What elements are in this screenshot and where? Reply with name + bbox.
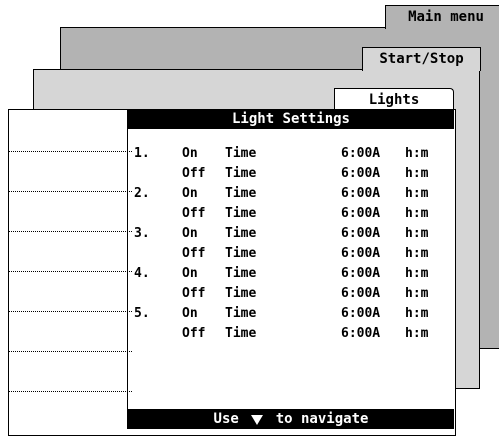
light-setting-row[interactable]: Off Time 6:00A h:m [134,164,450,184]
row-state: On [182,226,198,241]
time-unit: h:m [405,206,429,221]
tab-main-menu-label: Main menu [408,9,484,25]
time-value[interactable]: 6:00A [341,204,403,224]
time-unit: h:m [405,186,429,201]
footer-suffix: to navigate [275,411,369,427]
sidebar-slot[interactable] [8,109,132,152]
row-state: Off [182,326,206,341]
row-time-label: Time [225,306,257,321]
light-setting-row[interactable]: Off Time 6:00A h:m [134,244,450,264]
row-time-label: Time [225,186,257,201]
light-setting-row[interactable]: 3. On Time 6:00A h:m [134,224,450,244]
sidebar-slot[interactable] [8,311,132,352]
tab-main-menu[interactable]: Main menu [385,5,499,29]
row-time-label: Time [225,286,257,301]
time-value[interactable]: 6:00A [341,144,403,164]
row-number: 1. [134,146,150,161]
row-time-label: Time [225,206,257,221]
panel-footer: Use to navigate [128,409,454,429]
row-number: 3. [134,226,150,241]
light-setting-row[interactable]: 5. On Time 6:00A h:m [134,304,450,324]
time-value[interactable]: 6:00A [341,164,403,184]
tab-lights-label: Lights [368,92,420,108]
sidebar-slot[interactable] [8,231,132,272]
tab-start-stop[interactable]: Start/Stop [362,47,481,71]
time-value[interactable]: 6:00A [341,184,403,204]
row-state: On [182,146,198,161]
time-unit: h:m [405,146,429,161]
row-time-label: Time [225,266,257,281]
time-value[interactable]: 6:00A [341,324,403,344]
time-unit: h:m [405,246,429,261]
light-setting-row[interactable]: Off Time 6:00A h:m [134,324,450,344]
time-value[interactable]: 6:00A [341,244,403,264]
row-state: Off [182,246,206,261]
tab-lights[interactable]: Lights [334,88,454,111]
time-value[interactable]: 6:00A [341,284,403,304]
row-state: Off [182,166,206,181]
row-number: 2. [134,186,150,201]
settings-list: 1. On Time 6:00A h:m Off Time 6:00A h:m 2. On Time 6… [134,144,450,354]
down-triangle-icon[interactable] [251,415,264,425]
footer-prefix: Use [213,411,239,427]
time-unit: h:m [405,266,429,281]
page-title: Light Settings [231,111,350,127]
row-state: Off [182,286,206,301]
light-setting-row[interactable]: Off Time 6:00A h:m [134,284,450,304]
row-state: On [182,306,198,321]
sidebar-slot[interactable] [8,351,132,392]
row-time-label: Time [225,166,257,181]
sidebar-slot[interactable] [8,191,132,232]
row-time-label: Time [225,246,257,261]
time-unit: h:m [405,166,429,181]
row-time-label: Time [225,326,257,341]
sidebar-slot[interactable] [8,151,132,192]
time-unit: h:m [405,226,429,241]
time-value[interactable]: 6:00A [341,304,403,324]
tab-start-stop-label: Start/Stop [379,51,464,67]
panel-header: Light Settings [128,109,454,129]
row-time-label: Time [225,146,257,161]
row-state: On [182,266,198,281]
time-value[interactable]: 6:00A [341,224,403,244]
light-setting-row[interactable]: 1. On Time 6:00A h:m [134,144,450,164]
light-setting-row[interactable]: 4. On Time 6:00A h:m [134,264,450,284]
row-number: 5. [134,306,150,321]
sidebar-slot[interactable] [8,271,132,312]
row-number: 4. [134,266,150,281]
light-setting-row[interactable]: Off Time 6:00A h:m [134,204,450,224]
time-unit: h:m [405,326,429,341]
time-value[interactable]: 6:00A [341,264,403,284]
time-unit: h:m [405,286,429,301]
sidebar [8,109,132,429]
row-state: On [182,186,198,201]
time-unit: h:m [405,306,429,321]
row-time-label: Time [225,226,257,241]
light-setting-row[interactable]: 2. On Time 6:00A h:m [134,184,450,204]
row-state: Off [182,206,206,221]
